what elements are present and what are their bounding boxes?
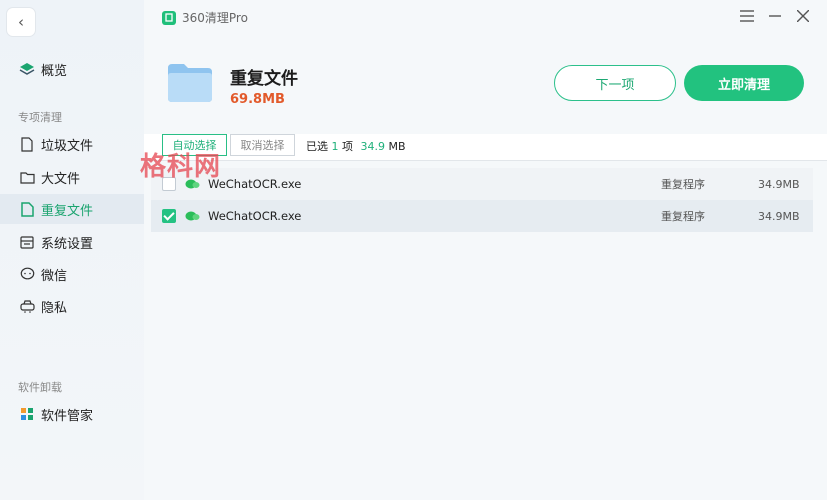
category-total-size: 69.8MB [230, 92, 285, 107]
back-button[interactable]: ‹ [6, 7, 36, 37]
file-icon [18, 136, 36, 152]
file-size: 34.9MB [758, 209, 800, 223]
list-item[interactable]: WeChatOCR.exe 重复程序 34.9MB [151, 168, 813, 200]
clean-now-button[interactable]: 立即清理 [684, 65, 804, 101]
app-title: 360清理Pro [182, 11, 248, 25]
layers-icon [18, 62, 36, 76]
sidebar-item-label: 微信 [41, 268, 68, 284]
section-label-special-clean: 专项清理 [18, 111, 62, 124]
sidebar-item-label: 概览 [41, 63, 68, 79]
list-item[interactable]: WeChatOCR.exe 重复程序 34.9MB [151, 200, 813, 232]
apps-grid-icon [18, 407, 36, 421]
sidebar-item-label: 软件管家 [41, 408, 94, 424]
sidebar-item-duplicate-files[interactable]: 重复文件 [0, 194, 144, 224]
sidebar: ‹ 概览 专项清理 垃圾文件 大文件 重复文件 系统设置 微信 隐私 软件卸载 … [0, 0, 144, 500]
wechat-app-icon [185, 210, 200, 222]
menu-icon[interactable] [740, 9, 754, 25]
selection-toolbar: 自动选择 取消选择 已选 1 项 34.9 MB [144, 134, 827, 161]
sidebar-item-wechat[interactable]: 微信 [0, 259, 144, 289]
close-icon[interactable] [796, 9, 810, 25]
sidebar-item-label: 隐私 [41, 300, 68, 316]
app-title-bar: 360清理Pro [162, 9, 248, 26]
sidebar-item-label: 大文件 [41, 171, 81, 187]
chat-icon [18, 267, 36, 281]
watermark: 格科网 [140, 152, 222, 182]
folder-icon [166, 62, 214, 104]
sidebar-item-label: 重复文件 [41, 203, 94, 219]
cancel-select-button[interactable]: 取消选择 [230, 134, 295, 156]
file-type: 重复程序 [661, 178, 705, 191]
minimize-icon[interactable] [769, 9, 781, 25]
sidebar-item-label: 系统设置 [41, 236, 94, 252]
sidebar-item-large-files[interactable]: 大文件 [0, 162, 144, 192]
selected-size: 34.9 [360, 140, 386, 153]
sidebar-item-system-settings[interactable]: 系统设置 [0, 227, 144, 257]
folder-icon [18, 171, 36, 184]
sidebar-item-junk-files[interactable]: 垃圾文件 [0, 129, 144, 159]
file-name: WeChatOCR.exe [208, 209, 302, 223]
category-title: 重复文件 [230, 69, 298, 89]
sidebar-item-software-manager[interactable]: 软件管家 [0, 399, 144, 429]
selected-size-unit: MB [388, 140, 406, 153]
app-logo-icon [162, 10, 176, 25]
selected-count: 1 [331, 140, 339, 153]
next-item-button[interactable]: 下一项 [554, 65, 676, 101]
file-name: WeChatOCR.exe [208, 177, 302, 191]
privacy-icon [18, 299, 36, 313]
selection-summary: 已选 1 项 34.9 MB [306, 138, 406, 154]
selected-unit: 项 [342, 140, 353, 153]
settings-panel-icon [18, 235, 36, 249]
main-panel: 360清理Pro 重复文件 69.8MB 下一项 立即清理 自动选择 取消选择 … [144, 0, 827, 500]
sidebar-item-privacy[interactable]: 隐私 [0, 291, 144, 321]
section-label-uninstall: 软件卸载 [18, 381, 62, 394]
duplicate-file-icon [18, 201, 36, 217]
sidebar-item-label: 垃圾文件 [41, 138, 94, 154]
file-list: WeChatOCR.exe 重复程序 34.9MB WeChatOCR.exe … [151, 168, 813, 232]
file-type: 重复程序 [661, 210, 705, 223]
selected-prefix: 已选 [306, 140, 328, 153]
file-size: 34.9MB [758, 177, 800, 191]
row-checkbox[interactable] [162, 209, 176, 223]
chevron-left-icon: ‹ [18, 13, 24, 31]
sidebar-item-overview[interactable]: 概览 [0, 54, 144, 84]
